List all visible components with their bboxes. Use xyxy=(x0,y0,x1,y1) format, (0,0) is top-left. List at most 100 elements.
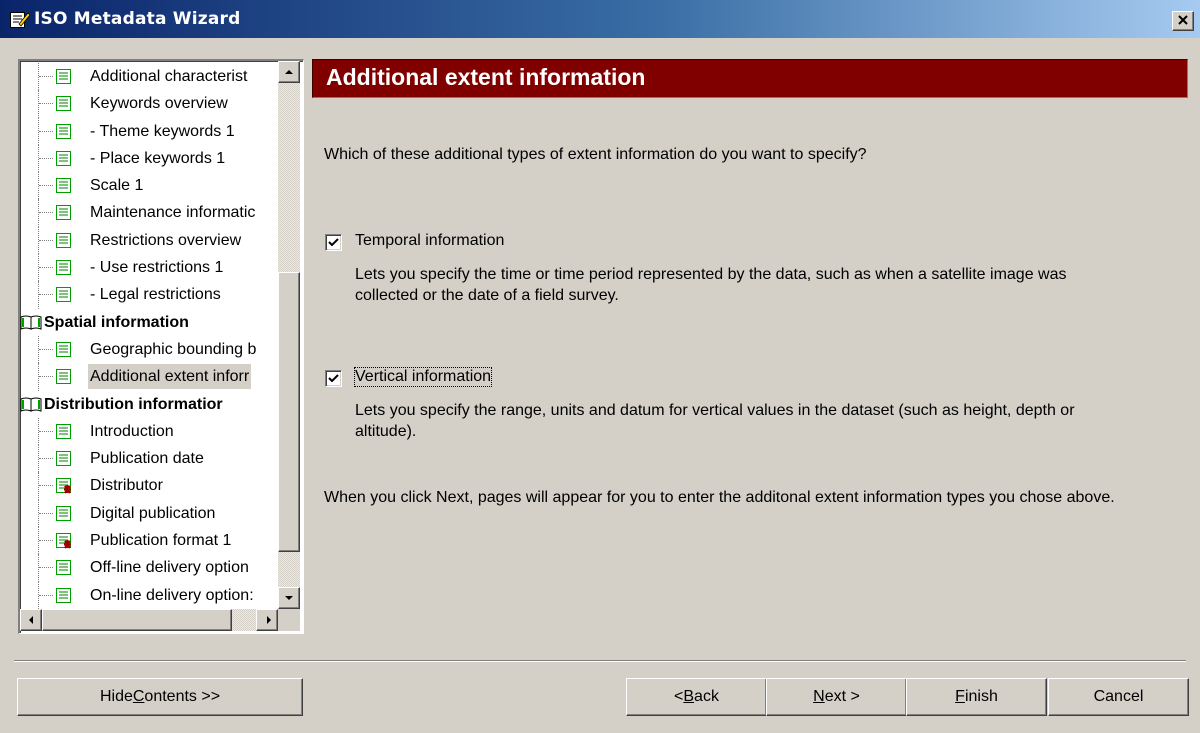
tree-connector xyxy=(38,499,53,528)
tree-item-scale-1[interactable]: Scale 1 xyxy=(20,172,277,200)
tree-connector xyxy=(38,554,53,582)
page-icon xyxy=(56,232,71,248)
tree-connector xyxy=(38,335,53,364)
tree-item-off-line-delivery-option[interactable]: Off-line delivery option xyxy=(20,554,277,582)
tree-item-label: Geographic bounding b xyxy=(90,340,257,358)
tree-list: Additional characterist Keywords overview… xyxy=(20,63,277,609)
tree-item-distributor[interactable]: Distributor xyxy=(20,472,277,500)
back-label-pre: < xyxy=(674,688,684,705)
tree-section-spatial-information[interactable]: Spatial information xyxy=(20,309,277,336)
tree-item-label: - Theme keywords 1 xyxy=(90,122,235,140)
scroll-thumb-horizontal[interactable] xyxy=(42,609,232,631)
tree-item-introduction[interactable]: Introduction xyxy=(20,417,277,446)
close-button[interactable] xyxy=(1172,11,1194,31)
tree-item-label: Additional extent inforr xyxy=(88,364,252,390)
tree-item-label: Distributor xyxy=(90,477,163,495)
tree-item-label: - Use restrictions 1 xyxy=(90,259,224,277)
tree-item-label: Publication format 1 xyxy=(90,532,232,550)
temporal-checkbox[interactable] xyxy=(325,234,342,251)
tree-horizontal-scrollbar[interactable] xyxy=(20,609,278,631)
hide-contents-label-post: ontents >> xyxy=(144,688,221,705)
scroll-up-button[interactable] xyxy=(278,61,300,83)
vertical-checkbox[interactable] xyxy=(325,370,342,387)
page-icon xyxy=(56,178,71,194)
tree-item-place-keywords-1[interactable]: - Place keywords 1 xyxy=(20,144,277,173)
cancel-button[interactable]: Cancel xyxy=(1048,678,1189,716)
tree-item-label: Digital publication xyxy=(90,504,216,522)
tree-item-label: - Place keywords 1 xyxy=(90,149,226,167)
page-icon xyxy=(56,287,71,303)
arrow-left-icon xyxy=(29,616,33,624)
checkmark-icon xyxy=(328,238,339,247)
back-label-accel: B xyxy=(683,688,695,705)
arrow-right-icon xyxy=(267,616,271,624)
page-icon xyxy=(56,451,71,467)
tree-item-publication-format-1[interactable]: Publication format 1 xyxy=(20,527,277,555)
finish-label-post: inish xyxy=(964,688,998,705)
tree-connector xyxy=(38,472,53,500)
tree-item-legal-restrictions[interactable]: - Legal restrictions xyxy=(20,281,277,309)
tree-connector xyxy=(38,172,53,200)
scroll-thumb-vertical[interactable] xyxy=(278,272,300,552)
back-button[interactable]: < Back xyxy=(626,678,767,716)
book-icon xyxy=(20,315,42,330)
temporal-description: Lets you specify the time or time period… xyxy=(355,266,1067,304)
tree-item-use-restrictions-1[interactable]: - Use restrictions 1 xyxy=(20,254,277,282)
tree-item-geographic-bounding-b[interactable]: Geographic bounding b xyxy=(20,335,277,364)
tree-item-theme-keywords-1[interactable]: - Theme keywords 1 xyxy=(20,117,277,145)
contents-tree[interactable]: Additional characterist Keywords overview… xyxy=(18,59,304,634)
tree-connector xyxy=(38,417,53,446)
tree-item-maintenance-informatic[interactable]: Maintenance informatic xyxy=(20,199,277,227)
hide-contents-label-accel: C xyxy=(132,688,145,705)
tree-item-restrictions-overview[interactable]: Restrictions overview xyxy=(20,226,277,255)
tree-item-additional-extent-inforr[interactable]: Additional extent inforr xyxy=(20,363,277,391)
tree-section-distribution-informatior[interactable]: Distribution informatior xyxy=(20,391,277,418)
tree-item-label: Scale 1 xyxy=(90,177,144,195)
tree-item-label: Maintenance informatic xyxy=(90,204,256,222)
finish-button[interactable]: Finish xyxy=(906,678,1047,716)
page-icon xyxy=(56,505,71,521)
tree-item-additional-characterist[interactable]: Additional characterist xyxy=(20,63,277,91)
scroll-down-button[interactable] xyxy=(278,587,300,609)
tree-item-label: Restrictions overview xyxy=(90,231,242,249)
tree-connector xyxy=(38,363,53,391)
tree-connector xyxy=(38,281,53,309)
tree-item-keywords-overview[interactable]: Keywords overview xyxy=(20,90,277,118)
tree-vertical-scrollbar[interactable] xyxy=(278,61,300,609)
page-icon xyxy=(56,369,71,385)
tree-item-label: Publication date xyxy=(90,450,204,468)
next-label-accel: N xyxy=(813,688,825,705)
tree-item-label: Distribution informatior xyxy=(44,395,223,413)
tree-connector xyxy=(38,63,53,91)
page-icon xyxy=(56,205,71,221)
hide-contents-button[interactable]: Hide Contents >> xyxy=(17,678,303,716)
page-header: Additional extent information xyxy=(312,59,1188,98)
next-button[interactable]: Next > xyxy=(766,678,907,716)
vertical-checkbox-label[interactable]: Vertical information xyxy=(353,367,493,387)
title-bar: ISO Metadata Wizard xyxy=(0,0,1200,39)
required-page-icon xyxy=(56,533,71,549)
tree-connector xyxy=(38,199,53,227)
tree-item-label: - Legal restrictions xyxy=(90,286,221,304)
tree-item-label: Introduction xyxy=(90,422,174,440)
page-icon xyxy=(56,560,71,576)
next-label-post: ext > xyxy=(824,688,860,705)
tree-connector xyxy=(38,90,53,118)
next-info-text: When you click Next, pages will appear f… xyxy=(324,489,1115,506)
arrow-up-icon xyxy=(285,70,293,74)
tree-item-label: Spatial information xyxy=(44,313,189,331)
tree-item-label: Off-line delivery option xyxy=(90,559,249,577)
scroll-right-button[interactable] xyxy=(256,609,278,631)
tree-item-digital-publication[interactable]: Digital publication xyxy=(20,499,277,528)
close-icon xyxy=(1178,15,1188,25)
tree-item-on-line-delivery-option[interactable]: On-line delivery option: xyxy=(20,581,277,609)
page-icon xyxy=(56,423,71,439)
tree-item-publication-date[interactable]: Publication date xyxy=(20,445,277,473)
tree-item-label: On-line delivery option: xyxy=(90,586,254,604)
page-icon xyxy=(56,587,71,603)
tree-connector xyxy=(38,226,53,255)
book-icon xyxy=(20,397,42,412)
page-title: Additional extent information xyxy=(326,64,646,90)
temporal-checkbox-label[interactable]: Temporal information xyxy=(355,232,504,250)
scroll-left-button[interactable] xyxy=(20,609,42,631)
